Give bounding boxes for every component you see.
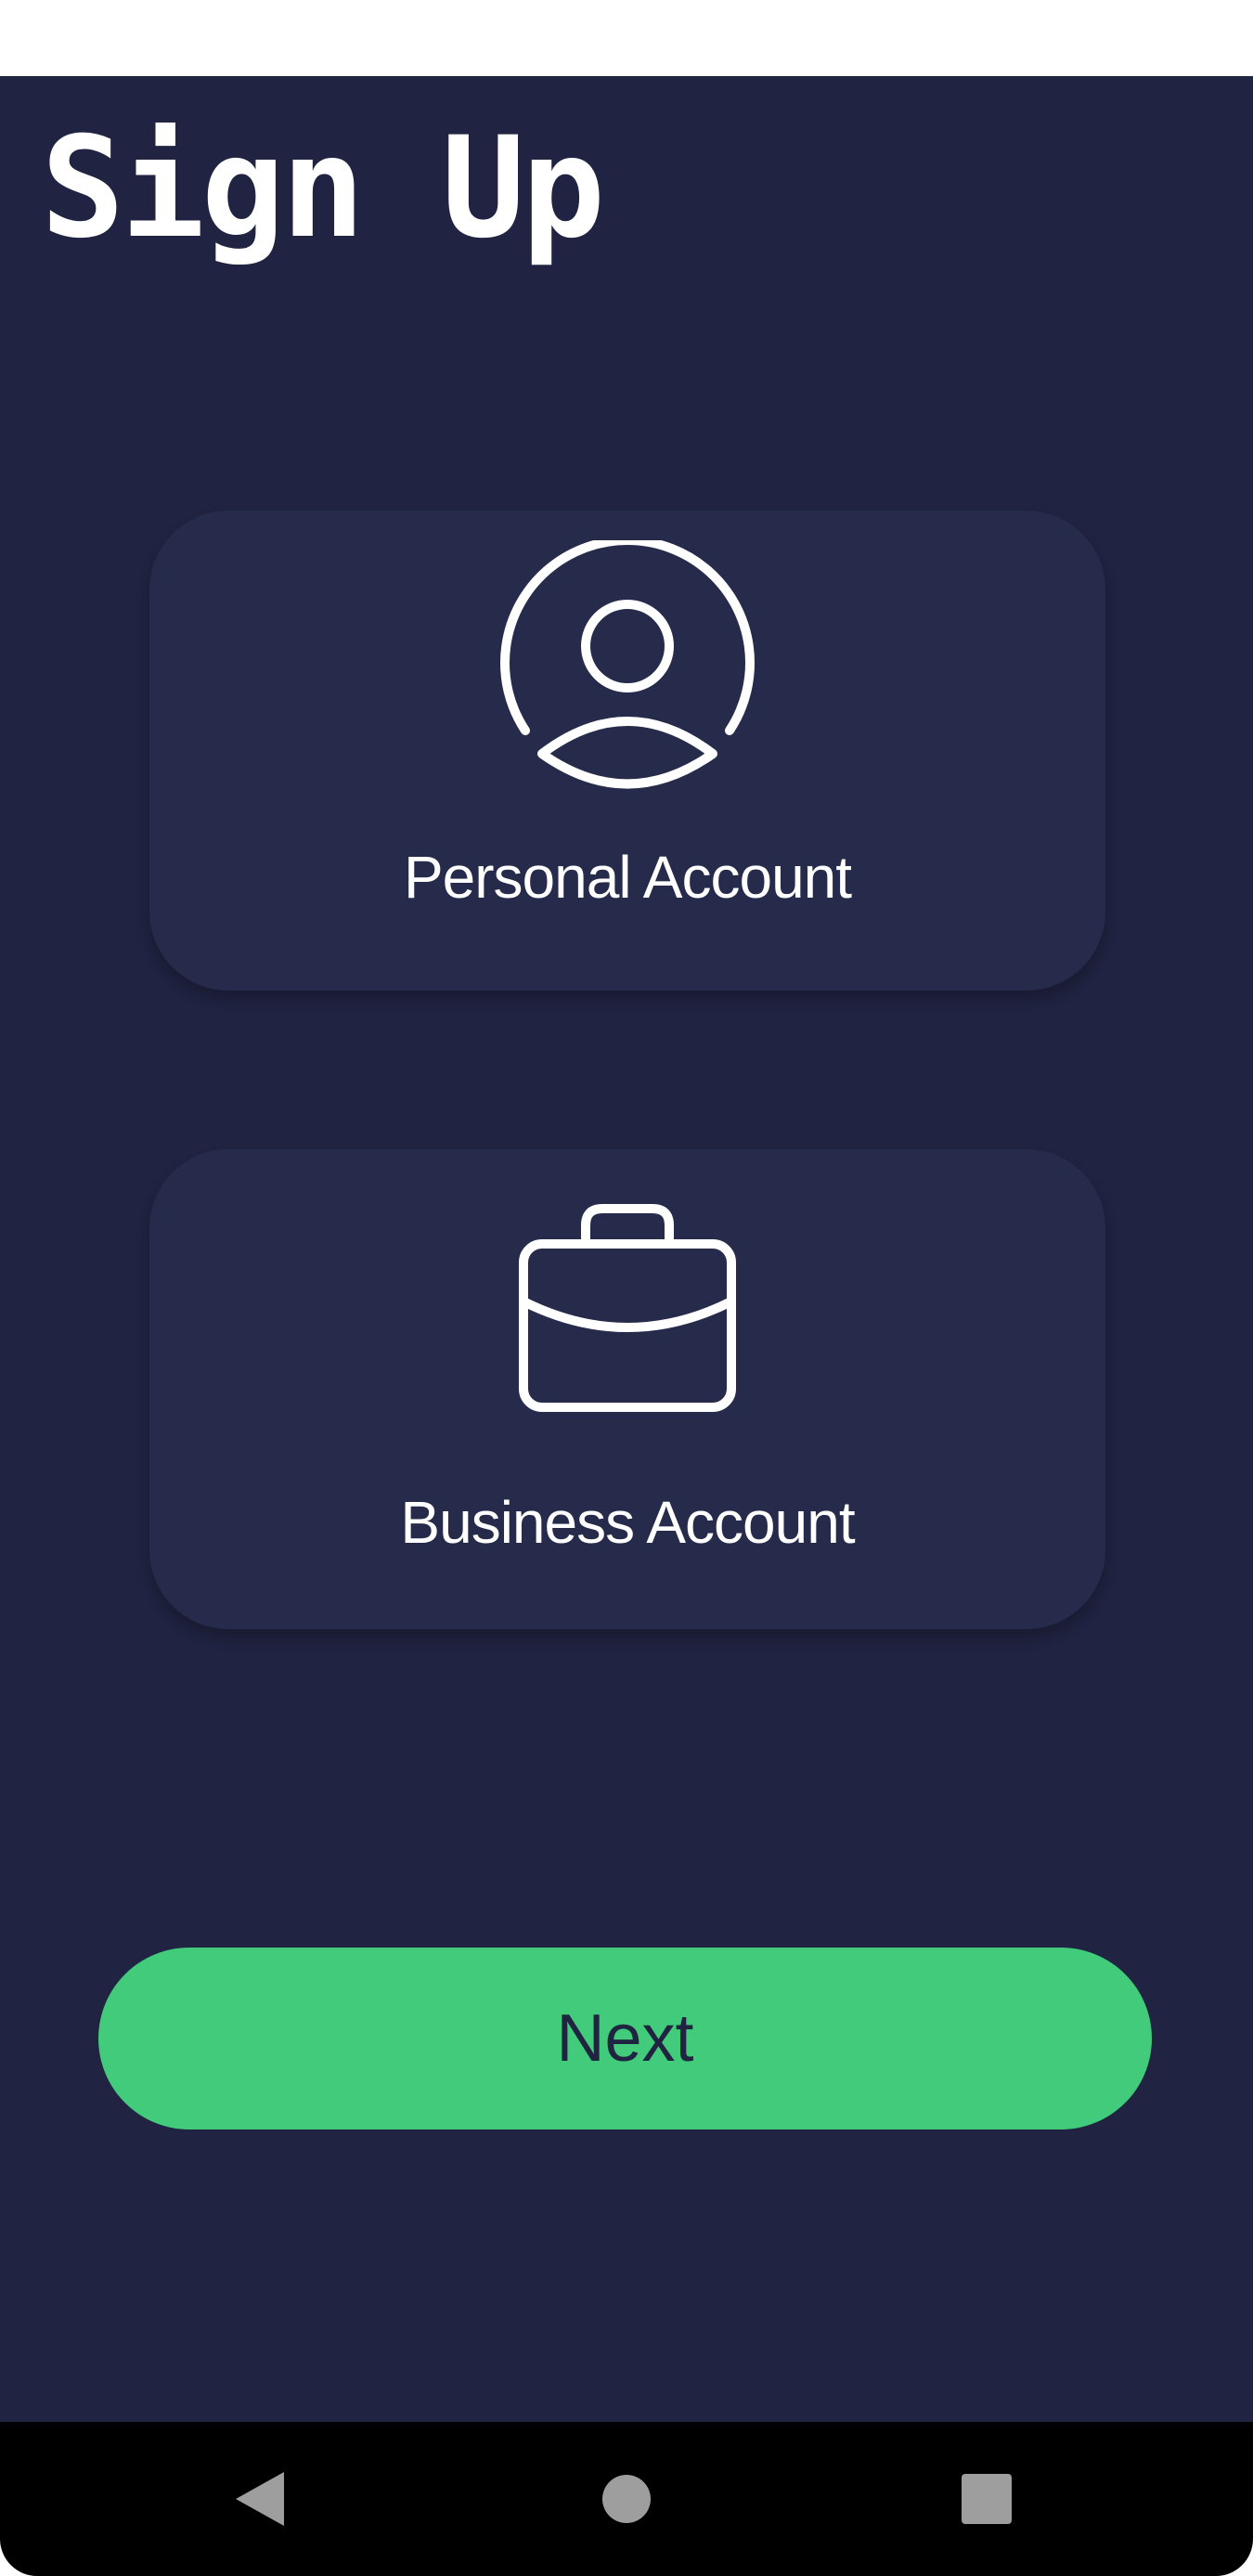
briefcase-icon — [519, 1204, 736, 1412]
back-triangle-icon[interactable] — [232, 2468, 293, 2530]
next-button[interactable]: Next — [98, 1948, 1152, 2129]
home-circle-icon[interactable] — [596, 2468, 657, 2530]
system-navigation-bar — [0, 2422, 1253, 2576]
personal-account-label: Personal Account — [403, 844, 852, 911]
business-account-card[interactable]: Business Account — [149, 1149, 1105, 1629]
status-bar — [0, 0, 1253, 76]
business-account-label: Business Account — [400, 1489, 855, 1556]
recents-square-icon[interactable] — [956, 2468, 1017, 2530]
user-circle-icon — [500, 540, 755, 789]
page-title: Sign Up — [41, 108, 605, 269]
personal-account-card[interactable]: Personal Account — [149, 511, 1105, 990]
